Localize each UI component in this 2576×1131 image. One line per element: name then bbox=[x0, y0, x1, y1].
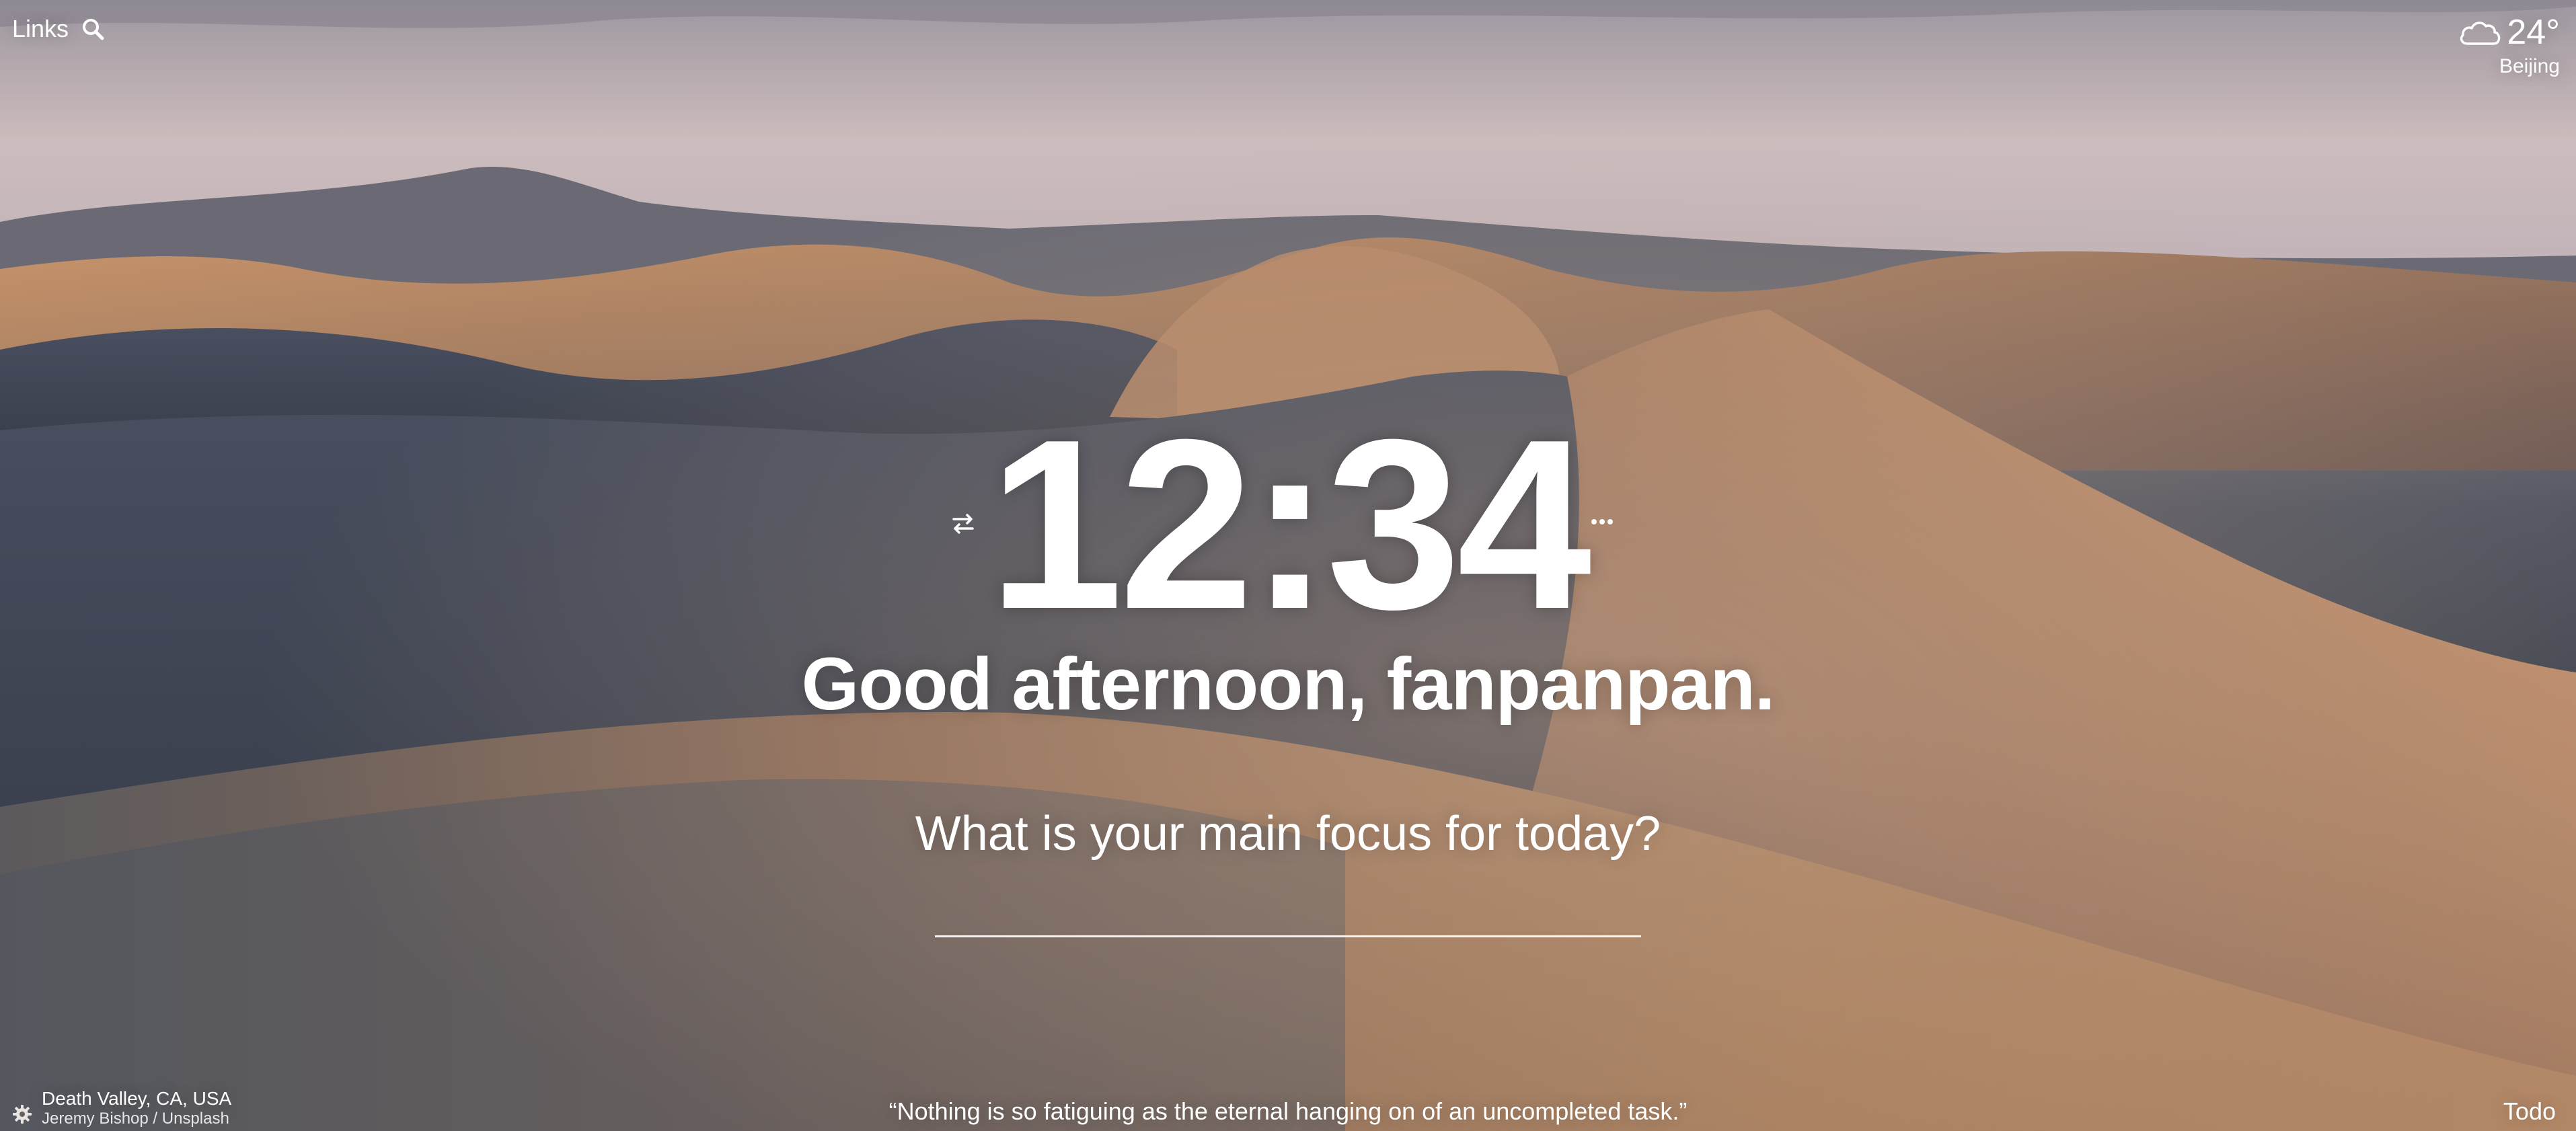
todo-button[interactable]: Todo bbox=[2503, 1097, 2556, 1126]
weather-city: Beijing bbox=[2499, 55, 2560, 77]
more-options-icon[interactable] bbox=[1589, 515, 1616, 529]
clock-row: 12:34 bbox=[0, 403, 2576, 646]
focus-question: What is your main focus for today? bbox=[915, 807, 1661, 861]
cloud-icon bbox=[2458, 17, 2501, 48]
focus-input[interactable] bbox=[935, 894, 1641, 937]
momentum-dashboard: Links 24° Beijing 12:34 Good afternoon, … bbox=[0, 0, 2576, 1131]
swap-icon[interactable] bbox=[948, 510, 978, 537]
links-bar: Links bbox=[12, 15, 105, 43]
temperature: 24° bbox=[2507, 13, 2560, 52]
clock: 12:34 bbox=[988, 389, 1592, 660]
weather-row: 24° bbox=[2458, 12, 2560, 52]
quote[interactable]: “Nothing is so fatiguing as the eternal … bbox=[0, 1097, 2576, 1126]
links-button[interactable]: Links bbox=[12, 15, 69, 43]
weather-widget[interactable]: 24° Beijing bbox=[2458, 12, 2560, 78]
center-panel: 12:34 Good afternoon, fanpanpan. What is… bbox=[0, 403, 2576, 937]
search-icon[interactable] bbox=[81, 17, 105, 41]
